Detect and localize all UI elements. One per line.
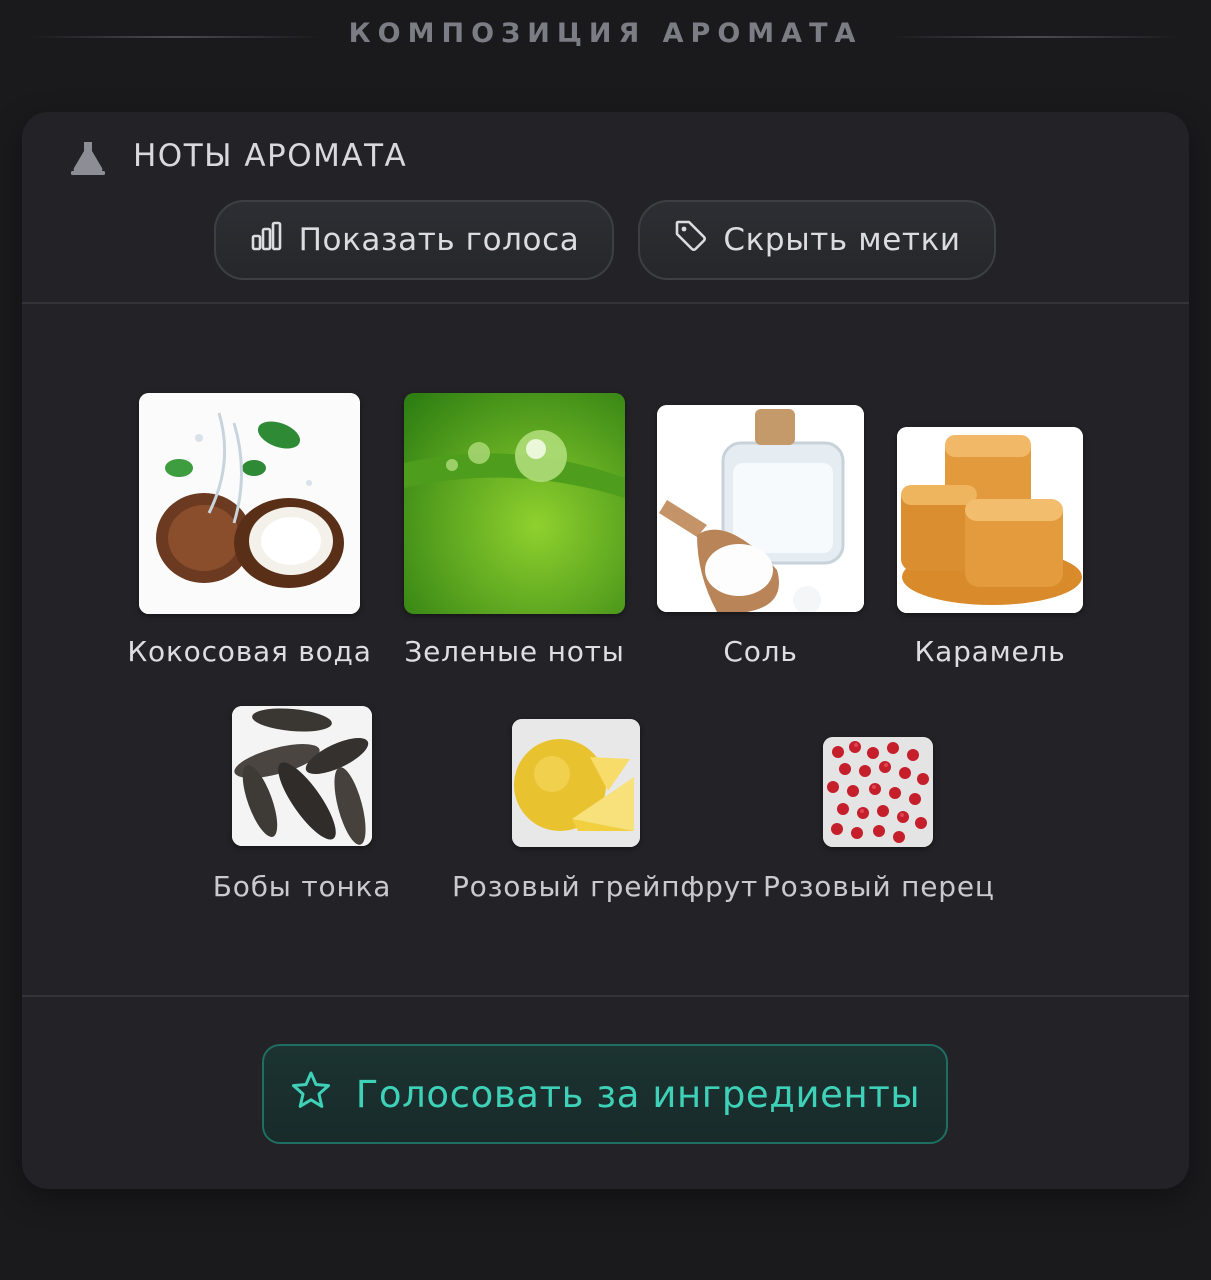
card-divider-bottom — [22, 995, 1189, 997]
hide-labels-button[interactable]: Скрыть метки — [638, 200, 996, 280]
note-coconut-water[interactable]: Кокосовая вода — [127, 393, 371, 668]
note-pink-pepper[interactable]: Розовый перец — [763, 737, 994, 903]
note-pink-grapefruit[interactable]: Розовый грейпфрут — [452, 719, 757, 903]
caramel-image — [897, 427, 1083, 613]
vote-ingredients-button[interactable]: Голосовать за ингредиенты — [262, 1044, 948, 1144]
fragrance-composition-page: КОМПОЗИЦИЯ АРОМАТА НОТЫ АРОМАТА Показать… — [0, 0, 1211, 1280]
show-votes-button[interactable]: Показать голоса — [214, 200, 614, 280]
green-notes-image — [404, 393, 625, 614]
flask-icon — [68, 138, 108, 178]
note-green-notes[interactable]: Зеленые ноты — [404, 393, 625, 668]
hide-labels-label: Скрыть метки — [723, 222, 961, 258]
pink-pepper-image — [823, 737, 933, 847]
vote-button-label: Голосовать за ингредиенты — [355, 1072, 921, 1116]
pink-grapefruit-image — [512, 719, 640, 847]
card-header: НОТЫ АРОМАТА Показать голоса Скрыть метк… — [22, 112, 1189, 302]
note-label: Розовый грейпфрут — [452, 870, 759, 903]
bar-chart-icon — [249, 218, 285, 262]
section-title: КОМПОЗИЦИЯ АРОМАТА — [348, 18, 863, 49]
salt-image — [657, 405, 864, 612]
card-title: НОТЫ АРОМАТА — [133, 138, 408, 174]
tag-icon — [673, 218, 709, 262]
section-header: КОМПОЗИЦИЯ АРОМАТА — [0, 0, 1211, 72]
note-label: Розовый перец — [763, 870, 995, 903]
note-salt[interactable]: Соль — [657, 405, 864, 668]
coconut-water-image — [139, 393, 360, 614]
show-votes-label: Показать голоса — [298, 222, 580, 258]
header-divider-right — [890, 36, 1180, 38]
card-divider-top — [22, 302, 1189, 304]
note-label: Бобы тонка — [212, 870, 392, 903]
star-icon — [290, 1069, 332, 1120]
note-label: Карамель — [914, 635, 1066, 668]
tonka-beans-image — [232, 706, 372, 846]
note-caramel[interactable]: Карамель — [897, 427, 1083, 668]
notes-card: НОТЫ АРОМАТА Показать голоса Скрыть метк… — [22, 112, 1189, 1189]
note-tonka-beans[interactable]: Бобы тонка — [213, 706, 390, 903]
